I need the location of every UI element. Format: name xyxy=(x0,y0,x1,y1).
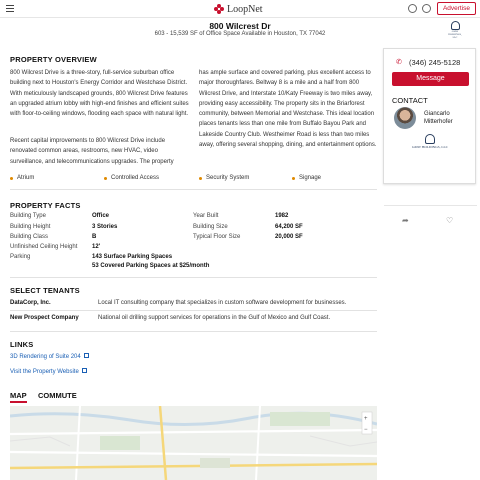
phone-number[interactable]: ✆ (346) 245-5128 xyxy=(396,58,460,67)
map-view[interactable]: + − xyxy=(10,406,377,480)
fact-value: B xyxy=(92,234,97,240)
active-tab-indicator xyxy=(10,401,27,403)
section-divider xyxy=(10,189,377,190)
link-property-website[interactable]: Visit the Property Website xyxy=(10,368,87,375)
overview-paragraph-2: Recent capital improvements to 800 Wilcr… xyxy=(10,138,174,165)
section-divider xyxy=(10,331,377,332)
fact-label: Building Height xyxy=(10,224,51,230)
fact-label: Building Type xyxy=(10,213,46,219)
fact-label: Parking xyxy=(10,254,31,260)
property-overview-heading: PROPERTY OVERVIEW xyxy=(10,55,97,64)
message-button[interactable]: Message xyxy=(392,72,469,86)
bullet-icon xyxy=(10,176,13,180)
broker-logo-icon xyxy=(450,21,460,30)
tenant-description: National oil drilling support services f… xyxy=(98,315,331,321)
fact-label: Typical Floor Size xyxy=(193,234,241,240)
company-logo: GMW HOLDINGS, LLC xyxy=(407,134,453,149)
amenity-item: Atrium xyxy=(10,175,34,181)
tenant-divider xyxy=(10,310,377,311)
share-icon[interactable]: ➦ xyxy=(402,216,409,225)
external-link-icon xyxy=(83,353,89,358)
fact-value: 143 Surface Parking Spaces xyxy=(92,254,173,260)
loopnet-logo[interactable]: LoopNet xyxy=(214,3,263,15)
amenity-item: Signage xyxy=(292,175,321,181)
heart-icon[interactable]: ♡ xyxy=(446,216,453,225)
svg-text:+: + xyxy=(364,416,368,422)
agent-avatar[interactable] xyxy=(394,107,416,129)
logo-text: LoopNet xyxy=(227,3,263,15)
bullet-icon xyxy=(104,176,107,180)
fact-value: 53 Covered Parking Spaces at $25/month xyxy=(92,263,210,269)
fact-value: Office xyxy=(92,213,110,219)
listing-title: 800 Wilcrest Dr xyxy=(209,21,271,31)
globe-icon[interactable] xyxy=(408,4,417,13)
links-heading: LINKS xyxy=(10,340,34,349)
hamburger-menu-icon[interactable] xyxy=(6,5,14,12)
tenant-description: Local IT consulting company that special… xyxy=(98,300,347,306)
fact-label: Building Size xyxy=(193,224,228,230)
broker-logo[interactable]: GMW HOLDINGS, LLC xyxy=(447,21,463,39)
fact-label: Building Class xyxy=(10,234,49,240)
select-tenants-heading: SELECT TENANTS xyxy=(10,286,80,295)
property-facts-heading: PROPERTY FACTS xyxy=(10,201,81,210)
svg-text:−: − xyxy=(364,427,368,433)
phone-icon: ✆ xyxy=(396,59,402,66)
company-logo-icon xyxy=(425,134,435,144)
overview-paragraph-1: 800 Wilcrest Drive is a three-story, ful… xyxy=(10,70,189,118)
card-divider xyxy=(384,205,477,206)
agent-name[interactable]: Giancarlo Mitterhofer xyxy=(424,110,474,126)
tenant-name: New Prospect Company xyxy=(10,315,79,321)
fact-value: 1982 xyxy=(275,213,289,219)
map-graphic: + − xyxy=(10,406,377,480)
advertise-button[interactable]: Advertise xyxy=(437,2,476,15)
amenity-item: Security System xyxy=(199,175,249,181)
tab-map[interactable]: MAP xyxy=(10,391,27,400)
tab-commute[interactable]: COMMUTE xyxy=(38,391,77,400)
contact-card: ✆ (346) 245-5128 Message CONTACT Giancar… xyxy=(383,48,477,225)
fact-value: 3 Stories xyxy=(92,224,118,230)
broker-logo-text: GMW HOLDINGS, LLC xyxy=(448,30,462,39)
bullet-icon xyxy=(199,176,202,180)
tenant-name: DataCorp, Inc. xyxy=(10,300,51,306)
fact-label: Unfinished Ceiling Height xyxy=(10,244,78,250)
link-3d-rendering[interactable]: 3D Rendering of Suite 204 xyxy=(10,353,89,360)
bullet-icon xyxy=(292,176,295,180)
top-navigation-bar: LoopNet Advertise xyxy=(0,0,480,18)
external-link-icon xyxy=(81,368,87,373)
contact-heading: CONTACT xyxy=(392,96,428,105)
listing-subtitle: 603 - 15,539 SF of Office Space Availabl… xyxy=(154,31,326,37)
logo-mark-icon xyxy=(214,4,224,14)
user-icon[interactable] xyxy=(422,4,431,13)
fact-value: 20,000 SF xyxy=(275,234,303,240)
fact-label: Year Built xyxy=(193,213,219,219)
section-divider xyxy=(10,277,377,278)
overview-paragraph-3: has ample surface and covered parking, p… xyxy=(199,70,377,149)
fact-value: 12' xyxy=(92,244,101,250)
amenity-item: Controlled Access xyxy=(104,175,159,181)
fact-value: 64,200 SF xyxy=(275,224,303,230)
